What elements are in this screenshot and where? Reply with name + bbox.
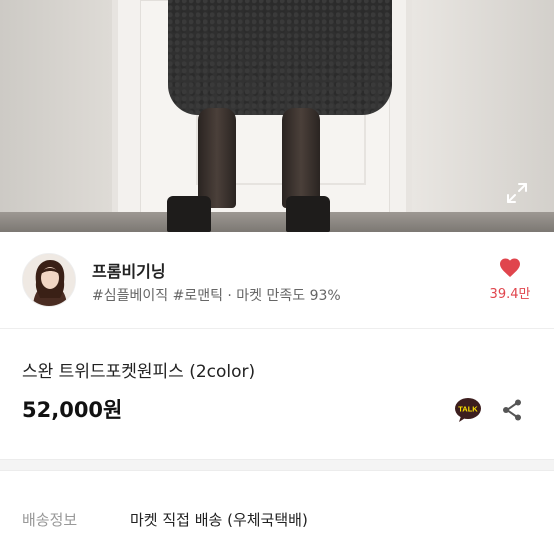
product-title: 스완 트위드포켓원피스 (2color) <box>22 362 256 382</box>
seller-tags: #심플베이직 #로맨틱 · 마켓 만족도 93% <box>92 288 341 304</box>
photo-leg <box>282 108 320 208</box>
divider <box>0 328 554 329</box>
seller-name[interactable]: 프롬비기닝 <box>92 258 166 282</box>
seller-row[interactable]: 프롬비기닝 #심플베이직 #로맨틱 · 마켓 만족도 93% 39.4만 <box>0 232 554 328</box>
photo-wall <box>0 0 112 232</box>
expand-icon[interactable] <box>505 181 529 205</box>
like-button[interactable]: 39.4만 <box>480 256 540 302</box>
heart-icon[interactable] <box>498 256 522 278</box>
shipping-label: 배송정보 <box>22 511 78 529</box>
photo-floor <box>0 212 554 232</box>
shipping-value: 마켓 직접 배송 (우체국택배) <box>130 511 308 529</box>
product-price: 52,000원 <box>22 398 123 422</box>
section-gap <box>0 459 554 471</box>
like-count: 39.4만 <box>489 287 531 302</box>
kakaotalk-label: TALK <box>458 405 478 414</box>
photo-boot <box>167 196 211 232</box>
kakaotalk-icon[interactable]: TALK <box>454 397 482 423</box>
photo-boot <box>286 196 330 232</box>
share-icon[interactable] <box>500 398 524 422</box>
photo-dress <box>168 0 392 115</box>
photo-leg <box>198 108 236 208</box>
photo-wall <box>412 0 554 232</box>
product-photo[interactable] <box>0 0 554 232</box>
avatar[interactable] <box>22 253 76 307</box>
